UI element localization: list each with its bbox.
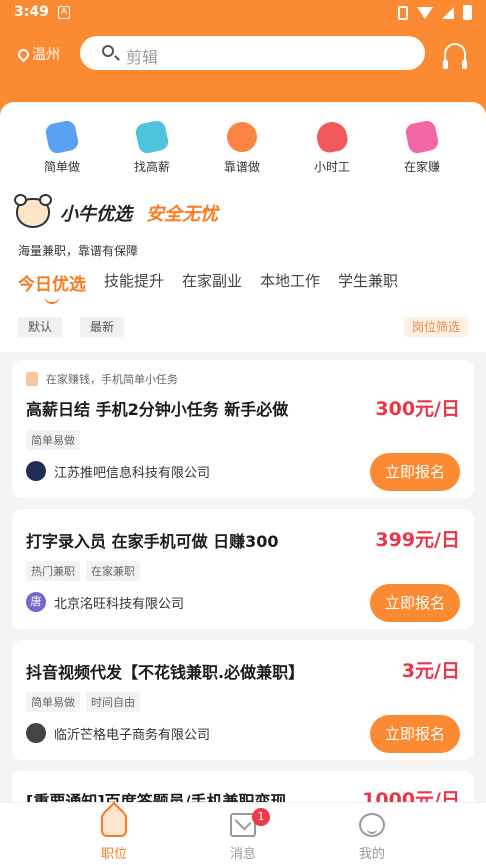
company-logo-icon <box>26 723 46 743</box>
tab-home-side-job[interactable]: 在家副业 <box>182 270 242 295</box>
vibrate-icon <box>398 5 408 20</box>
category-home[interactable]: 在家赚 <box>392 120 452 175</box>
nav-jobs[interactable]: 职位 <box>74 813 154 862</box>
apply-button[interactable]: 立即报名 <box>370 584 460 622</box>
nav-profile[interactable]: 我的 <box>332 813 412 862</box>
bottom-navigation: 职位 消息 我的 <box>0 802 486 865</box>
company-info: 临沂芒格电子商务有限公司 <box>26 723 210 743</box>
job-tag: 热门兼职 <box>26 561 80 581</box>
category-label: 在家赚 <box>403 160 440 174</box>
category-label: 小时工 <box>313 160 350 174</box>
apply-button[interactable]: 立即报名 <box>370 453 460 491</box>
job-card[interactable]: 抖音视频代发【不花钱兼职.必做兼职】 3元/日 简单易做 时间自由 临沂芒格电子… <box>12 640 474 760</box>
nav-messages[interactable]: 消息 <box>203 813 283 862</box>
job-tip: 在家赚钱，手机简单小任务 <box>26 371 178 387</box>
nav-label: 职位 <box>100 847 127 862</box>
category-label: 简单做 <box>43 160 80 174</box>
customer-service-headset-icon[interactable] <box>443 43 467 69</box>
job-card[interactable]: 在家赚钱，手机简单小任务 高薪日结 手机2分钟小任务 新手必做 300元/日 简… <box>12 360 474 498</box>
home-icon <box>101 813 127 837</box>
notification-a-icon: A <box>58 6 70 19</box>
category-simple[interactable]: 简单做 <box>32 120 92 175</box>
nav-label: 我的 <box>358 847 385 862</box>
category-home-icon <box>404 120 440 155</box>
company-logo-icon <box>26 461 46 481</box>
sort-default-chip[interactable]: 默认 <box>18 317 63 337</box>
job-tag: 时间自由 <box>86 692 140 712</box>
message-badge: 1 <box>252 808 270 826</box>
category-high-pay-icon <box>134 120 170 155</box>
job-tip-text: 在家赚钱，手机简单小任务 <box>46 373 178 386</box>
location-pin-icon <box>15 46 32 62</box>
job-price: 300元/日 <box>375 398 460 420</box>
company-name: 北京洺旺科技有限公司 <box>54 596 185 612</box>
signal-icon <box>442 6 454 19</box>
job-title: 抖音视频代发【不花钱兼职.必做兼职】 <box>26 663 305 682</box>
brand-banner: 小牛优选 安全无忧 <box>14 194 218 228</box>
sort-latest-chip[interactable]: 最新 <box>80 317 125 337</box>
wifi-icon <box>417 6 433 19</box>
location-selector[interactable]: 温州 <box>15 44 60 64</box>
category-high-pay[interactable]: 找高薪 <box>122 120 182 175</box>
job-card[interactable]: 打字录入员 在家手机可做 日赚300 399元/日 热门兼职 在家兼职 唐 北京… <box>12 509 474 629</box>
company-logo-icon: 唐 <box>26 592 46 612</box>
job-tag: 在家兼职 <box>86 561 140 581</box>
category-label: 靠谱做 <box>223 160 260 174</box>
tab-student[interactable]: 学生兼职 <box>338 270 398 295</box>
category-hourly-icon <box>314 120 350 155</box>
cow-mascot-icon <box>14 194 52 228</box>
job-tags: 简单易做 <box>26 430 80 450</box>
job-tabs: 今日优选 技能提升 在家副业 本地工作 学生兼职 <box>18 270 398 304</box>
tab-today[interactable]: 今日优选 <box>18 270 86 304</box>
nav-label: 消息 <box>229 847 256 862</box>
category-label: 找高薪 <box>133 160 170 174</box>
position-filter-button[interactable]: 岗位筛选 <box>403 317 468 337</box>
apply-button[interactable]: 立即报名 <box>370 715 460 753</box>
category-simple-icon <box>44 120 80 155</box>
tab-skills[interactable]: 技能提升 <box>104 270 164 295</box>
job-tag: 简单易做 <box>26 692 80 712</box>
task-icon <box>26 372 38 386</box>
tab-local-work[interactable]: 本地工作 <box>260 270 320 295</box>
job-title: 高薪日结 手机2分钟小任务 新手必做 <box>26 400 289 419</box>
brand-tagline: 安全无忧 <box>146 204 218 225</box>
battery-icon <box>463 5 472 20</box>
company-name: 临沂芒格电子商务有限公司 <box>54 727 211 743</box>
company-name: 江苏推吧信息科技有限公司 <box>54 465 211 481</box>
brand-slogan: 海量兼职，靠谱有保障 <box>18 244 139 258</box>
category-hourly[interactable]: 小时工 <box>302 120 362 175</box>
brand-name: 小牛优选 <box>60 204 132 225</box>
search-icon <box>102 45 114 57</box>
job-tags: 简单易做 时间自由 <box>26 692 140 712</box>
category-reliable-icon <box>224 120 260 155</box>
job-title: 打字录入员 在家手机可做 日赚300 <box>26 532 279 551</box>
job-tag: 简单易做 <box>26 430 80 450</box>
search-bar[interactable]: 剪辑 <box>80 36 425 70</box>
search-placeholder: 剪辑 <box>126 48 159 67</box>
company-info: 唐 北京洺旺科技有限公司 <box>26 592 184 612</box>
status-bar: 3:49 A <box>0 0 486 26</box>
profile-face-icon <box>359 813 385 837</box>
status-time: 3:49 <box>14 4 49 20</box>
company-info: 江苏推吧信息科技有限公司 <box>26 461 210 481</box>
job-price: 3元/日 <box>401 660 460 682</box>
job-tags: 热门兼职 在家兼职 <box>26 561 140 581</box>
job-price: 399元/日 <box>375 529 460 551</box>
category-reliable[interactable]: 靠谱做 <box>212 120 272 175</box>
category-row: 简单做 找高薪 靠谱做 小时工 在家赚 <box>0 120 486 178</box>
location-label: 温州 <box>32 47 60 63</box>
